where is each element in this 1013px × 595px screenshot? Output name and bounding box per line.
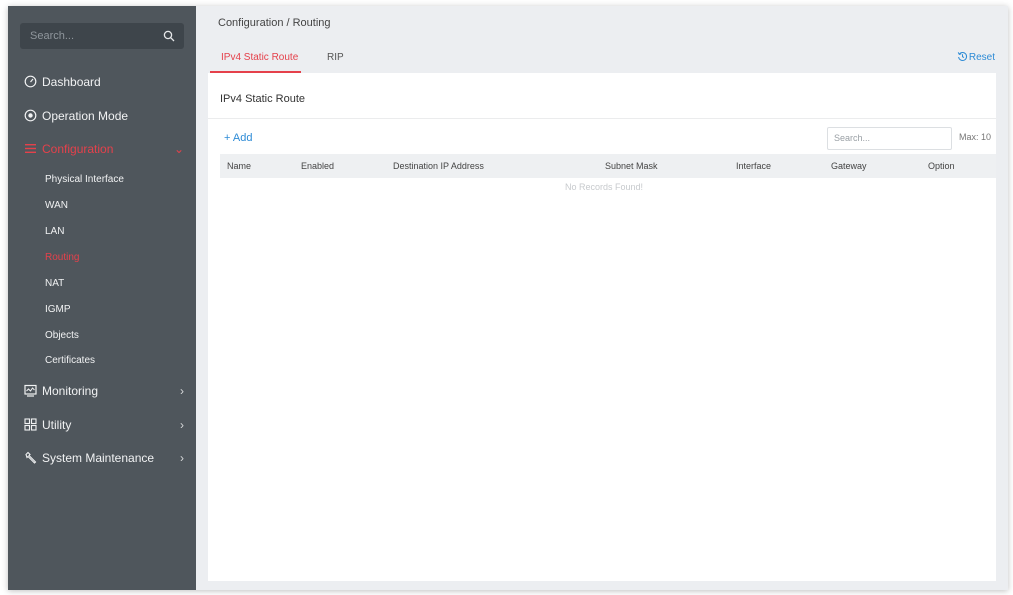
empty-state-text: No Records Found! [565,182,644,192]
sidebar-item-label: Operation Mode [42,109,129,123]
monitoring-icon [24,384,37,397]
sidebar-item-label: System Maintenance [42,451,155,465]
table-header: Name Enabled Destination IP Address Subn… [220,154,996,178]
utility-icon [24,418,37,431]
sidebar-subitem-label: LAN [45,226,65,237]
sidebar-subitem-label: Physical Interface [45,174,124,185]
wrench-icon [25,451,37,464]
static-route-panel: IPv4 Static Route + Add Search... Max: 1… [208,73,996,581]
sidebar-subitem-lan[interactable]: LAN [8,222,196,242]
sidebar-item-dashboard[interactable]: Dashboard [8,70,196,94]
sidebar-subitem-label: Certificates [45,355,96,366]
column-header-gateway: Gateway [831,161,867,171]
sidebar-subitem-nat[interactable]: NAT [8,274,196,294]
tab-ipv4-static-route[interactable]: IPv4 Static Route [221,52,298,63]
menu-icon [25,144,36,153]
app-window: Search... Dashboard Operation Mode Confi… [8,6,1008,590]
column-header-interface: Interface [736,161,772,171]
add-button[interactable]: + Add [224,132,252,144]
sidebar-item-label: Monitoring [42,384,99,398]
sidebar-subitem-objects[interactable]: Objects [8,326,196,346]
column-header-destination-ip: Destination IP Address [393,161,484,171]
sidebar-item-label: Utility [42,418,72,432]
reset-icon [957,52,967,61]
operation-mode-icon [24,109,37,122]
dashboard-icon [24,75,37,88]
breadcrumb: Configuration / Routing [218,17,331,29]
sidebar-subitem-certificates[interactable]: Certificates [8,351,196,371]
tab-rip[interactable]: RIP [327,52,344,63]
chevron-right-icon: › [180,418,184,432]
reset-label: Reset [968,52,995,63]
chevron-right-icon: › [180,451,184,465]
sidebar-subitem-label: IGMP [45,304,71,315]
sidebar-item-configuration[interactable]: Configuration ⌄ [8,137,196,161]
sidebar-search-placeholder: Search... [30,30,75,42]
sidebar-item-label: Configuration [42,142,114,156]
sidebar-item-label: Dashboard [42,75,101,89]
panel-title: IPv4 Static Route [220,93,305,105]
table-search-input[interactable]: Search... [827,127,952,150]
sidebar: Search... Dashboard Operation Mode Confi… [8,6,196,590]
sidebar-subitem-routing[interactable]: Routing [8,248,196,268]
chevron-down-icon: ⌄ [173,142,184,156]
sidebar-item-utility[interactable]: Utility › [8,413,196,437]
max-count: Max: 10 [959,132,992,142]
sidebar-item-system-maintenance[interactable]: System Maintenance › [8,446,196,470]
reset-button[interactable]: Reset [957,51,995,63]
sidebar-subitem-label: Routing [45,252,80,263]
column-header-option: Option [928,161,955,171]
main-content: Configuration / Routing IPv4 Static Rout… [196,6,1008,590]
column-header-name: Name [227,161,252,171]
sidebar-subitem-wan[interactable]: WAN [8,196,196,216]
column-header-enabled: Enabled [301,161,335,171]
column-header-subnet-mask: Subnet Mask [605,161,658,171]
divider [208,118,996,119]
sidebar-subitem-physical-interface[interactable]: Physical Interface [8,170,196,190]
sidebar-subitem-label: Objects [45,330,79,341]
sidebar-subitem-label: NAT [45,278,65,289]
sidebar-item-operation-mode[interactable]: Operation Mode [8,104,196,128]
search-icon[interactable] [163,30,175,42]
sidebar-item-monitoring[interactable]: Monitoring › [8,379,196,403]
sidebar-subitem-label: WAN [45,200,68,211]
sidebar-subitem-igmp[interactable]: IGMP [8,300,196,320]
chevron-right-icon: › [180,384,184,398]
sidebar-search-input[interactable]: Search... [20,23,184,49]
